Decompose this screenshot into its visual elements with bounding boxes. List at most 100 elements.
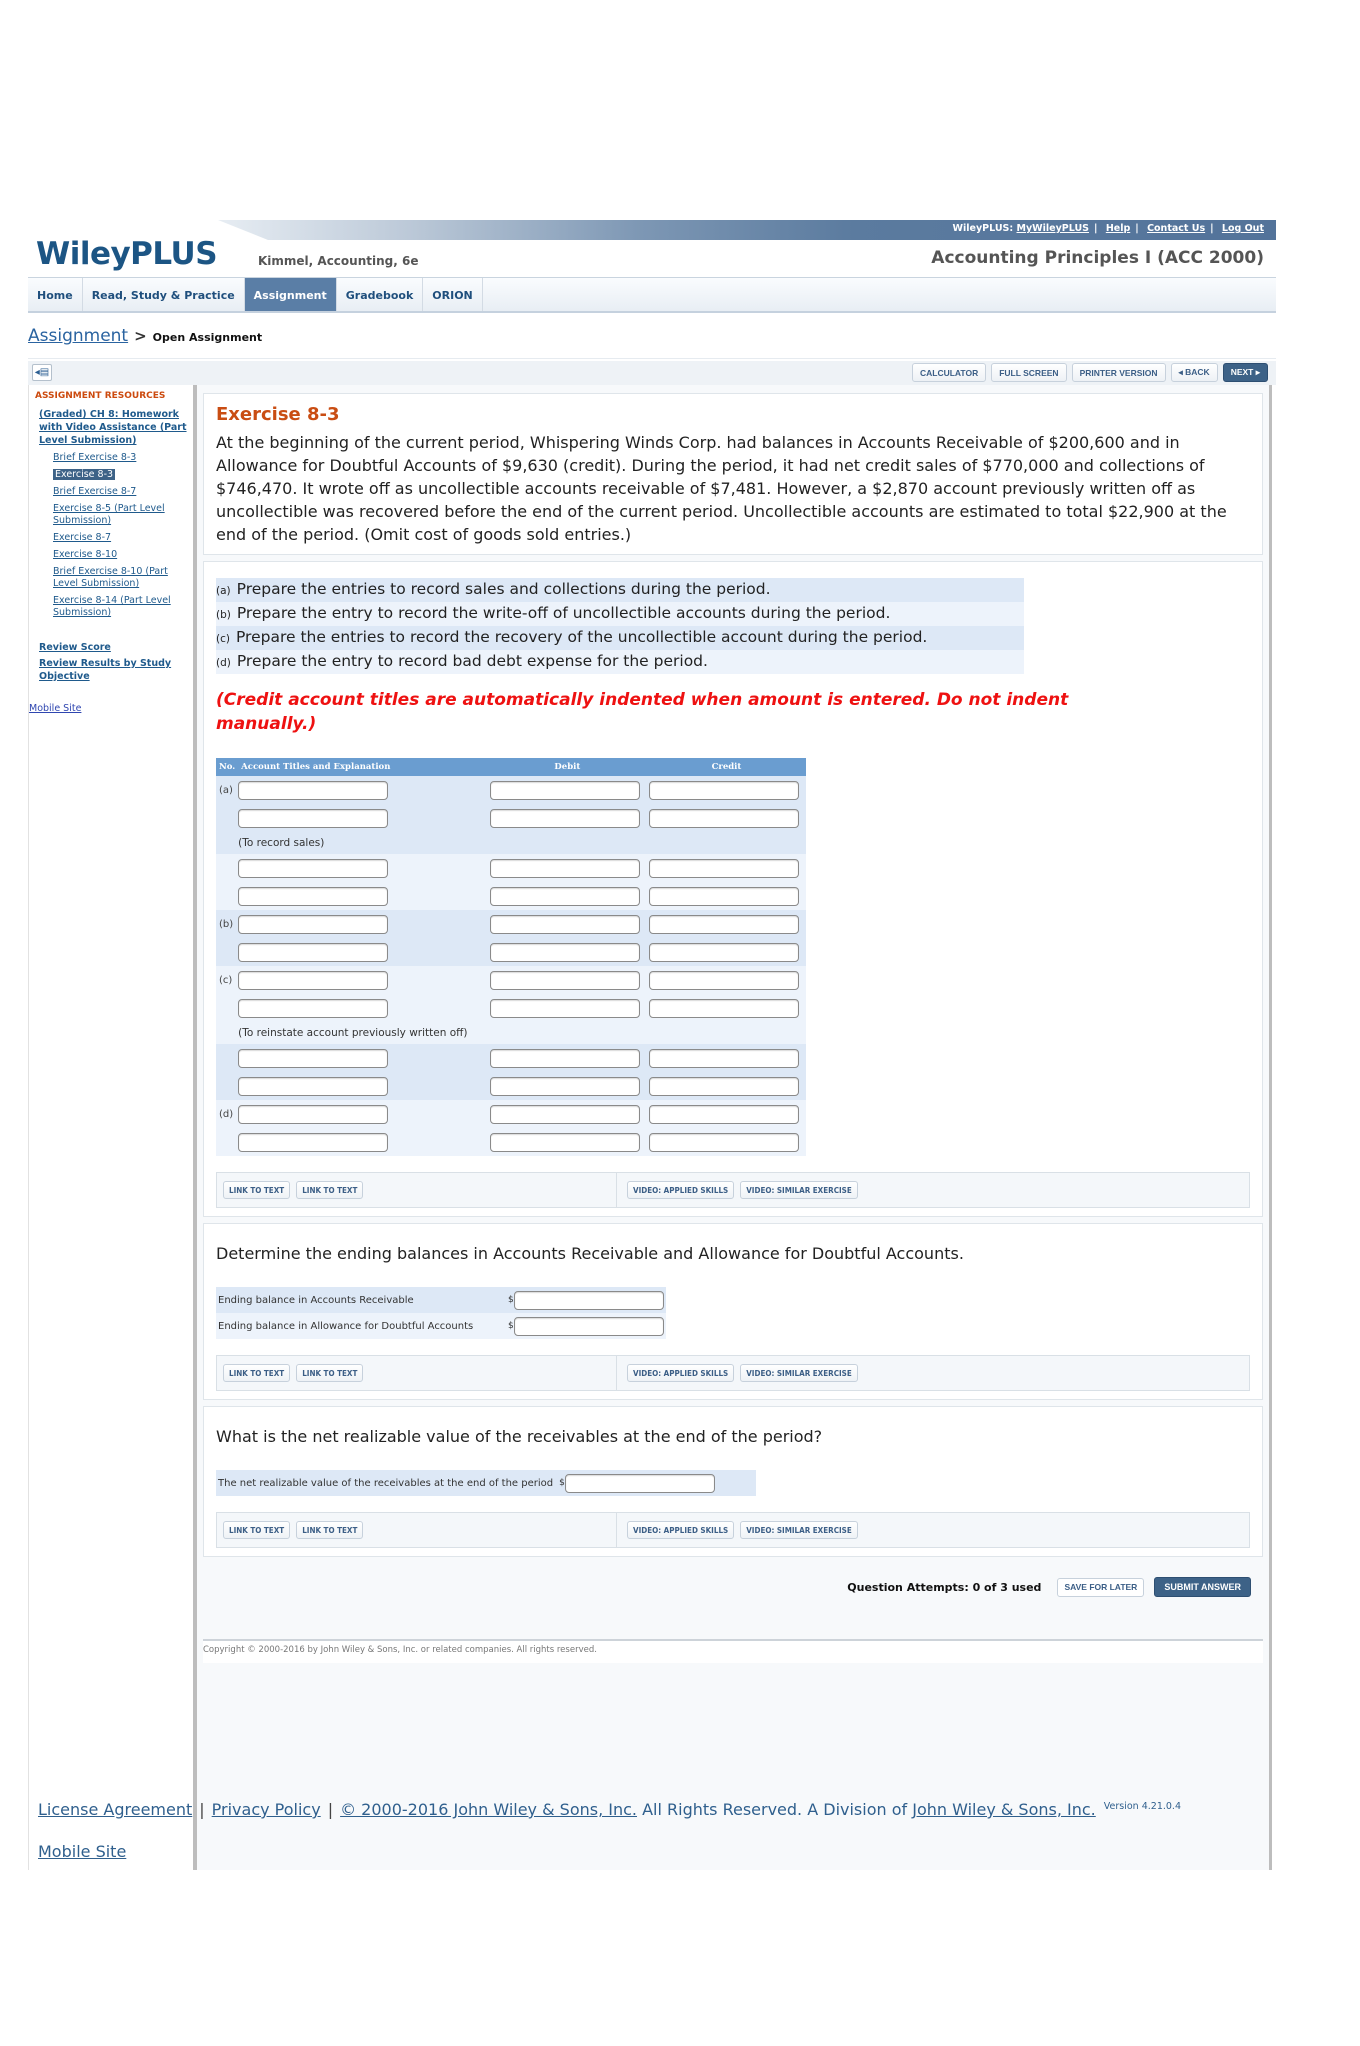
toolbar-buttons: CALCULATOR FULL SCREEN PRINTER VERSION ◂… [911,363,1268,382]
debit-input[interactable] [489,998,640,1018]
full-screen-button[interactable]: FULL SCREEN [991,363,1067,382]
part2-question: Determine the ending balances in Account… [216,1244,964,1263]
account-title-input[interactable] [238,1076,389,1096]
copyright-link[interactable]: © 2000-2016 John Wiley & Sons, Inc. [340,1800,637,1819]
debit-input[interactable] [489,970,640,990]
log-out-link[interactable]: Log Out [1222,223,1264,234]
video-applied-skills-button[interactable]: VIDEO: APPLIED SKILLS [627,1364,735,1382]
license-agreement-link[interactable]: License Agreement [38,1800,192,1819]
link-to-text-button[interactable]: LINK TO TEXT [223,1521,291,1539]
video-similar-exercise-button[interactable]: VIDEO: SIMILAR EXERCISE [740,1521,858,1539]
video-applied-skills-button[interactable]: VIDEO: APPLIED SKILLS [627,1181,735,1199]
privacy-policy-link[interactable]: Privacy Policy [212,1800,321,1819]
ending-allowance-input[interactable] [514,1316,664,1336]
calculator-button[interactable]: CALCULATOR [911,363,987,382]
account-title-input[interactable] [238,914,389,934]
video-similar-exercise-button[interactable]: VIDEO: SIMILAR EXERCISE [740,1181,858,1199]
credit-input[interactable] [648,780,799,800]
account-title-input[interactable] [238,1048,389,1068]
next-button[interactable]: NEXT ▸ [1222,363,1268,382]
sidebar-item-brief-exercise-8-3[interactable]: Brief Exercise 8-3 [53,452,136,463]
ending-ar-input[interactable] [514,1290,664,1310]
debit-input[interactable] [489,780,640,800]
sidebar-item-exercise-8-14[interactable]: Exercise 8-14 (Part Level Submission) [53,595,171,618]
debit-input[interactable] [489,942,640,962]
account-title-input[interactable] [238,1104,389,1124]
link-to-text-button[interactable]: LINK TO TEXT [223,1181,291,1199]
debit-input[interactable] [489,1104,640,1124]
account-title-input[interactable] [238,998,389,1018]
printer-version-button[interactable]: PRINTER VERSION [1071,363,1166,382]
requirement-b: (b) Prepare the entry to record the write… [216,602,1024,626]
link-to-text-button[interactable]: LINK TO TEXT [296,1364,364,1382]
video-applied-skills-button[interactable]: VIDEO: APPLIED SKILLS [627,1521,735,1539]
credit-input[interactable] [648,914,799,934]
tab-read-study-practice[interactable]: Read, Study & Practice [83,278,245,311]
tab-assignment[interactable]: Assignment [244,278,337,311]
help-link[interactable]: Help [1106,223,1130,234]
debit-input[interactable] [489,808,640,828]
requirement-d: (d) Prepare the entry to record bad debt … [216,650,1024,674]
debit-input[interactable] [489,1132,640,1152]
debit-input[interactable] [489,886,640,906]
video-similar-exercise-button[interactable]: VIDEO: SIMILAR EXERCISE [740,1364,858,1382]
mywileyplus-link[interactable]: MyWileyPLUS [1017,223,1090,234]
review-results-link[interactable]: Review Results by Study Objective [39,658,171,682]
contact-us-link[interactable]: Contact Us [1147,223,1205,234]
sidebar-item-exercise-8-3[interactable]: Exercise 8-3 [53,469,116,480]
link-to-text-button[interactable]: LINK TO TEXT [296,1521,364,1539]
account-title-input[interactable] [238,942,389,962]
tab-home[interactable]: Home [28,278,83,311]
sidebar-item-exercise-8-5[interactable]: Exercise 8-5 (Part Level Submission) [53,503,165,526]
footer-mobile-site-link[interactable]: Mobile Site [38,1842,126,1861]
sidebar-item-brief-exercise-8-7[interactable]: Brief Exercise 8-7 [53,486,136,497]
explanation-reinstate: (To reinstate account previously written… [238,1022,806,1044]
sidebar-item-exercise-8-10[interactable]: Exercise 8-10 [53,549,117,560]
debit-input[interactable] [489,858,640,878]
account-title-input[interactable] [238,780,389,800]
account-title-input[interactable] [238,1132,389,1152]
wileyplus-logo[interactable]: WileyPLUS [36,236,218,272]
save-for-later-button[interactable]: SAVE FOR LATER [1057,1577,1145,1597]
credit-input[interactable] [648,808,799,828]
account-title-input[interactable] [238,886,389,906]
credit-input[interactable] [648,886,799,906]
review-score-link[interactable]: Review Score [39,642,111,653]
debit-input[interactable] [489,1048,640,1068]
question-area: Exercise 8-3 At the beginning of the cur… [197,385,1272,1870]
credit-input[interactable] [648,998,799,1018]
inner-copyright: Copyright © 2000-2016 by John Wiley & So… [203,1639,1263,1663]
link-to-text-button[interactable]: LINK TO TEXT [296,1181,364,1199]
sidebar-mobile-site-link[interactable]: Mobile Site [29,703,81,714]
credit-input[interactable] [648,1132,799,1152]
account-title-input[interactable] [238,858,389,878]
debit-input[interactable] [489,914,640,934]
credit-input[interactable] [648,970,799,990]
wiley-division-link[interactable]: John Wiley & Sons, Inc. [912,1800,1096,1819]
credit-input[interactable] [648,1104,799,1124]
explanation-row: (To reinstate account previously written… [216,1022,806,1044]
tab-gradebook[interactable]: Gradebook [337,278,424,311]
nrv-input[interactable] [565,1473,716,1493]
debit-input[interactable] [489,1076,640,1096]
journal-row [216,1128,806,1156]
tab-orion[interactable]: ORION [423,278,483,311]
credit-input[interactable] [648,1048,799,1068]
credit-input[interactable] [648,942,799,962]
problem-card: Exercise 8-3 At the beginning of the cur… [203,393,1263,555]
back-button[interactable]: ◂ BACK [1170,363,1218,382]
credit-input[interactable] [648,858,799,878]
book-title: Kimmel, Accounting, 6e [258,254,419,268]
account-title-input[interactable] [238,970,389,990]
link-to-text-button[interactable]: LINK TO TEXT [223,1364,291,1382]
breadcrumb-assignment-link[interactable]: Assignment [28,326,128,346]
submit-answer-button[interactable]: SUBMIT ANSWER [1154,1577,1251,1597]
sidebar-item-exercise-8-7[interactable]: Exercise 8-7 [53,532,111,543]
credit-input[interactable] [648,1076,799,1096]
sidebar-assignment-link[interactable]: (Graded) CH 8: Homework with Video Assis… [39,409,187,446]
account-title-input[interactable] [238,808,389,828]
footer-mobile: Mobile Site [38,1842,126,1861]
requirement-a: (a) Prepare the entries to record sales a… [216,578,1024,602]
collapse-sidebar-button[interactable]: ◂▤ [32,364,52,381]
sidebar-item-brief-exercise-8-10[interactable]: Brief Exercise 8-10 (Part Level Submissi… [53,566,168,589]
